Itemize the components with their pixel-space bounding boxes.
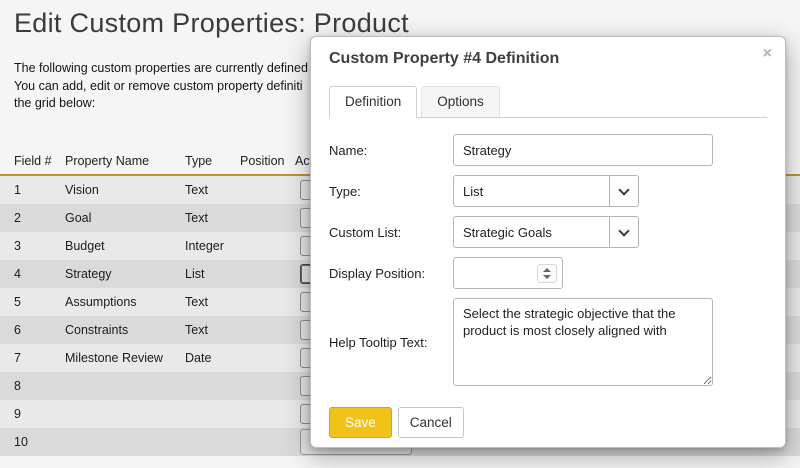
help-tooltip-label: Help Tooltip Text:: [329, 334, 428, 350]
cell-name: Vision: [65, 182, 99, 197]
page-title: Edit Custom Properties: Product: [14, 8, 409, 38]
col-header-field: Field #: [14, 153, 52, 168]
form-row-custom-list: Custom List: Strategic Goals: [329, 216, 767, 248]
cell-field: 5: [14, 294, 21, 309]
name-label: Name:: [329, 142, 368, 158]
definition-form: Name: Type: List Custom List: Strategic …: [311, 118, 785, 386]
number-spinner[interactable]: [537, 263, 557, 283]
form-row-help-tooltip: Help Tooltip Text: Select the strategic …: [329, 298, 767, 386]
display-position-input[interactable]: [453, 257, 563, 289]
type-select-value: List: [463, 183, 484, 199]
cell-name: Milestone Review: [65, 350, 163, 365]
cell-field: 8: [14, 378, 21, 393]
custom-list-label: Custom List:: [329, 224, 402, 240]
cancel-button[interactable]: Cancel: [397, 407, 464, 438]
dialog-title: Custom Property #4 Definition: [329, 50, 560, 67]
cell-type: Integer: [185, 238, 224, 253]
dialog-buttons: Save Cancel: [311, 395, 785, 438]
cell-type: Text: [185, 210, 208, 225]
dialog-header: Custom Property #4 Definition ×: [311, 37, 785, 74]
cell-name: Budget: [65, 238, 105, 253]
type-select[interactable]: List: [453, 175, 639, 207]
spinner-up-icon[interactable]: [543, 267, 551, 272]
col-header-name: Property Name: [65, 153, 150, 168]
spinner-down-icon[interactable]: [543, 274, 551, 279]
name-input[interactable]: [453, 134, 713, 166]
cell-type: Text: [185, 182, 208, 197]
custom-property-dialog: Custom Property #4 Definition × Definiti…: [310, 36, 786, 448]
cell-name: Goal: [65, 210, 92, 225]
cell-type: Text: [185, 294, 208, 309]
dialog-tabs: Definition Options: [329, 86, 767, 118]
form-row-display-position: Display Position:: [329, 257, 767, 289]
cell-type: Text: [185, 322, 208, 337]
col-header-position: Position: [240, 153, 285, 168]
cell-name: Constraints: [65, 322, 129, 337]
col-header-type: Type: [185, 153, 213, 168]
custom-list-select[interactable]: Strategic Goals: [453, 216, 639, 248]
screen: Edit Custom Properties: Product The foll…: [0, 0, 800, 468]
tab-options[interactable]: Options: [421, 86, 500, 117]
cell-field: 9: [14, 406, 21, 421]
help-tooltip-textarea[interactable]: Select the strategic objective that the …: [453, 298, 713, 386]
chevron-down-icon: [609, 217, 638, 247]
cell-name: Strategy: [65, 266, 112, 281]
cell-field: 7: [14, 350, 21, 365]
type-label: Type:: [329, 183, 361, 199]
form-row-type: Type: List: [329, 175, 767, 207]
chevron-down-icon: [609, 176, 638, 206]
display-position-label: Display Position:: [329, 265, 426, 281]
cell-field: 2: [14, 210, 21, 225]
cell-type: Date: [185, 350, 212, 365]
cell-name: Assumptions: [65, 294, 137, 309]
cell-field: 6: [14, 322, 21, 337]
form-row-name: Name:: [329, 134, 767, 166]
cell-type: List: [185, 266, 205, 281]
custom-list-select-value: Strategic Goals: [463, 224, 552, 240]
cell-field: 10: [14, 434, 28, 449]
cell-field: 4: [14, 266, 21, 281]
tab-definition[interactable]: Definition: [329, 86, 418, 118]
cell-field: 3: [14, 238, 21, 253]
save-button[interactable]: Save: [329, 407, 392, 438]
cell-field: 1: [14, 182, 21, 197]
close-icon[interactable]: ×: [763, 46, 772, 62]
